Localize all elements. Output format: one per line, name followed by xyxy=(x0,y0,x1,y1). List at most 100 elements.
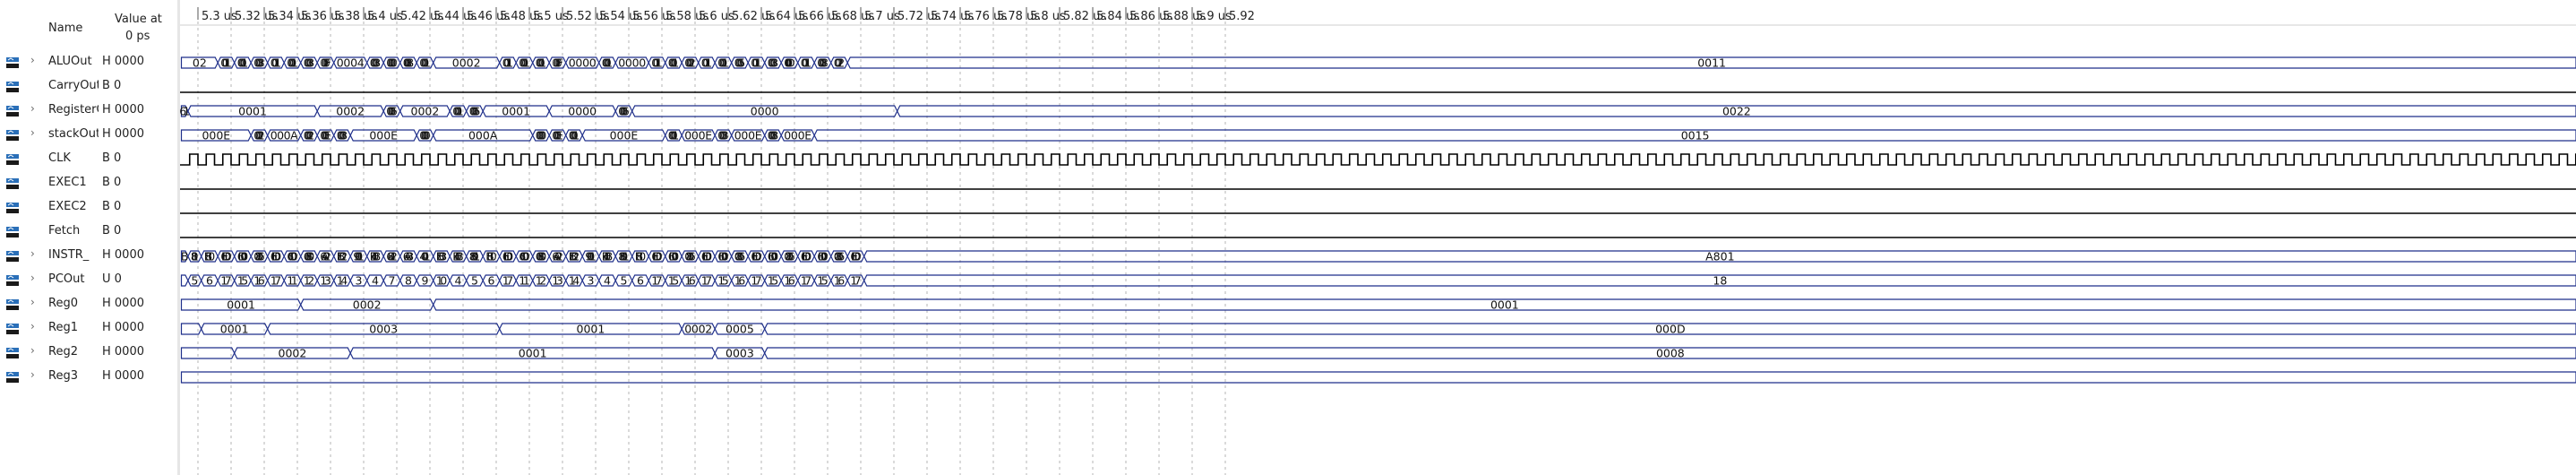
signal-aluout-bus-value: 0005 xyxy=(734,56,746,70)
signal-pcout-bus-value: 9 xyxy=(421,274,428,288)
signal-stackout-row[interactable]: › stackOut H 0000 xyxy=(0,123,177,147)
timeline-label: 5.5 us xyxy=(533,10,569,23)
signal-instr-bus-value: 0806 xyxy=(784,250,795,263)
signal-aluout-bus-value: 0003 xyxy=(768,56,779,70)
signal-instr-bus-value: E810 xyxy=(635,250,647,263)
signal-name: Reg2 xyxy=(48,345,78,358)
waveform-canvas[interactable]: 5.3 us5.32 us5.34 us5.36 us5.38 us5.4 us… xyxy=(180,0,2576,475)
signal-instr-bus-value: 6A03 xyxy=(403,250,415,263)
signal-instr-bus-value: 6ED0 xyxy=(701,250,713,263)
signal-name-panel: Name Value at 0 ps › ALUOut H 0000 CarryOut… xyxy=(0,0,178,475)
signal-pcout-bus-value: 16 xyxy=(684,274,696,288)
signal-value: H 0000 xyxy=(102,297,144,310)
signal-name: Fetch xyxy=(48,224,81,238)
timeline-label: 5.8 us xyxy=(1030,10,1066,23)
signal-carryout-row[interactable]: CarryOut B 0 xyxy=(0,74,177,99)
signal-aluout-bus-value: 0022 xyxy=(834,56,846,70)
signal-pcout-bus-value: 4 xyxy=(604,274,611,288)
signal-reg3-bus-segment xyxy=(180,371,2576,384)
signal-pcout-bus-value: 11 xyxy=(519,274,530,288)
value-column-header: Value at xyxy=(115,13,162,26)
signal-reg0-bus-value: 0002 xyxy=(353,298,382,312)
expand-chevron-icon[interactable]: › xyxy=(30,126,35,139)
signal-stackout-bus-value: 0001 xyxy=(668,129,680,142)
signal-registerout-bus-value: 0001 xyxy=(452,105,464,118)
signal-reg2-bus-value: 0003 xyxy=(726,347,754,360)
signal-instr-bus-value: E803 xyxy=(436,250,448,263)
signal-stackout-bus-value: 000E xyxy=(552,129,563,142)
signal-pcout-bus-value: 16 xyxy=(784,274,795,288)
signal-instr-bus-value: 8801 xyxy=(191,250,199,263)
signal-instr-bus-value: 6ED0 xyxy=(220,250,232,263)
signal-reg0-row[interactable]: › Reg0 H 0000 xyxy=(0,292,177,316)
signal-exec2-row[interactable]: EXEC2 B 0 xyxy=(0,195,177,220)
signal-name: stackOut xyxy=(48,127,99,141)
expand-chevron-icon[interactable]: › xyxy=(30,54,35,66)
signal-instr-row[interactable]: › INSTR_ H 0000 xyxy=(0,244,177,268)
signal-fetch-row[interactable]: Fetch B 0 xyxy=(0,220,177,244)
signal-instr-bus-value: 6ED0 xyxy=(651,250,663,263)
signal-reg2-row[interactable]: › Reg2 H 0000 xyxy=(0,341,177,365)
timeline-label: 5.7 us xyxy=(864,10,900,23)
bit-signal-icon xyxy=(5,225,20,238)
signal-pcout-bus-value: 17 xyxy=(850,274,862,288)
signal-value: H 0000 xyxy=(102,103,144,117)
signal-instr-bus-value: 6842 xyxy=(386,250,398,263)
signal-aluout-row[interactable]: › ALUOut H 0000 xyxy=(0,50,177,74)
signal-value: B 0 xyxy=(102,200,122,213)
signal-reg3-row[interactable]: › Reg3 H 0000 xyxy=(0,365,177,389)
expand-chevron-icon[interactable]: › xyxy=(30,102,35,115)
signal-instr-bus-value: 8801 xyxy=(469,250,481,263)
signal-aluout-bus-value: 0000 xyxy=(618,56,646,70)
signal-value: B 0 xyxy=(102,151,122,165)
signal-name: CLK xyxy=(48,151,71,165)
signal-reg1-bus-value: 000D xyxy=(1655,323,1685,336)
signal-pcout-bus-segment xyxy=(180,274,189,287)
signal-pcout-row[interactable]: › PCOut U 0 xyxy=(0,268,177,292)
signal-pcout-bus-value: 17 xyxy=(502,274,514,288)
signal-aluout-bus-value: 0011 xyxy=(220,56,232,70)
signal-name: ALUOut xyxy=(48,55,92,68)
signal-value: B 0 xyxy=(102,176,122,189)
signal-instr-bus-value: 6880 xyxy=(536,250,547,263)
signal-instr-bus-value: 9001 xyxy=(353,250,365,263)
signal-pcout-bus-value: 4 xyxy=(372,274,379,288)
expand-chevron-icon[interactable]: › xyxy=(30,272,35,284)
expand-chevron-icon[interactable]: › xyxy=(30,320,35,332)
signal-pcout-bus-value: 16 xyxy=(253,274,265,288)
signal-instr-bus-value: 6D00 xyxy=(668,250,680,263)
signal-pcout-bus-value: 3 xyxy=(355,274,362,288)
waveform-panel[interactable]: 5.3 us 5.32 us 5.34 us 5.36 us 5.38 us 5.4 us… xyxy=(180,0,2576,475)
expand-chevron-icon[interactable]: › xyxy=(30,368,35,381)
signal-instr-bus-value: 6C00 xyxy=(287,250,298,263)
signal-clk-row[interactable]: CLK B 0 xyxy=(0,147,177,171)
signal-aluout-bus-value: 02 xyxy=(193,56,207,70)
signal-aluout-bus-value: 0001 xyxy=(287,56,298,70)
timeline-label: 5.9 us xyxy=(1196,10,1232,23)
signal-instr-bus-value: 6C00 xyxy=(519,250,530,263)
expand-chevron-icon[interactable]: › xyxy=(30,296,35,308)
signal-pcout-bus-value: 6 xyxy=(487,274,494,288)
signal-stackout-bus-value: 0002 xyxy=(304,129,315,142)
signal-value: H 0000 xyxy=(102,321,144,334)
signal-registerout-bus-value: 0001 xyxy=(502,105,530,118)
signal-reg0-bus-value: 0001 xyxy=(227,298,255,312)
signal-instr-bus-value: 0806 xyxy=(253,250,265,263)
signal-pcout-bus-value: 16 xyxy=(834,274,846,288)
expand-chevron-icon[interactable]: › xyxy=(30,247,35,260)
signal-pcout-bus-value: 14 xyxy=(337,274,348,288)
signal-reg1-row[interactable]: › Reg1 H 0000 xyxy=(0,316,177,341)
expand-chevron-icon[interactable]: › xyxy=(30,344,35,357)
bus-signal-icon xyxy=(5,346,20,358)
signal-pcout-bus-value: 11 xyxy=(287,274,298,288)
signal-exec1-row[interactable]: EXEC1 B 0 xyxy=(0,171,177,195)
signal-name: RegisterOut xyxy=(48,103,99,117)
signal-registerout-row[interactable]: › RegisterOutH 0000 xyxy=(0,99,177,123)
signal-name: PCOut xyxy=(48,272,85,286)
signal-instr-bus-value: 6ED0 xyxy=(751,250,762,263)
signal-aluout-bus-value: 0001 xyxy=(419,56,431,70)
signal-instr-bus-value: A801 xyxy=(1705,250,1734,263)
signal-stackout-bus-value: 0000 xyxy=(536,129,547,142)
signal-value: H 0000 xyxy=(102,248,144,262)
signal-reg2-bus-value: 0001 xyxy=(519,347,547,360)
